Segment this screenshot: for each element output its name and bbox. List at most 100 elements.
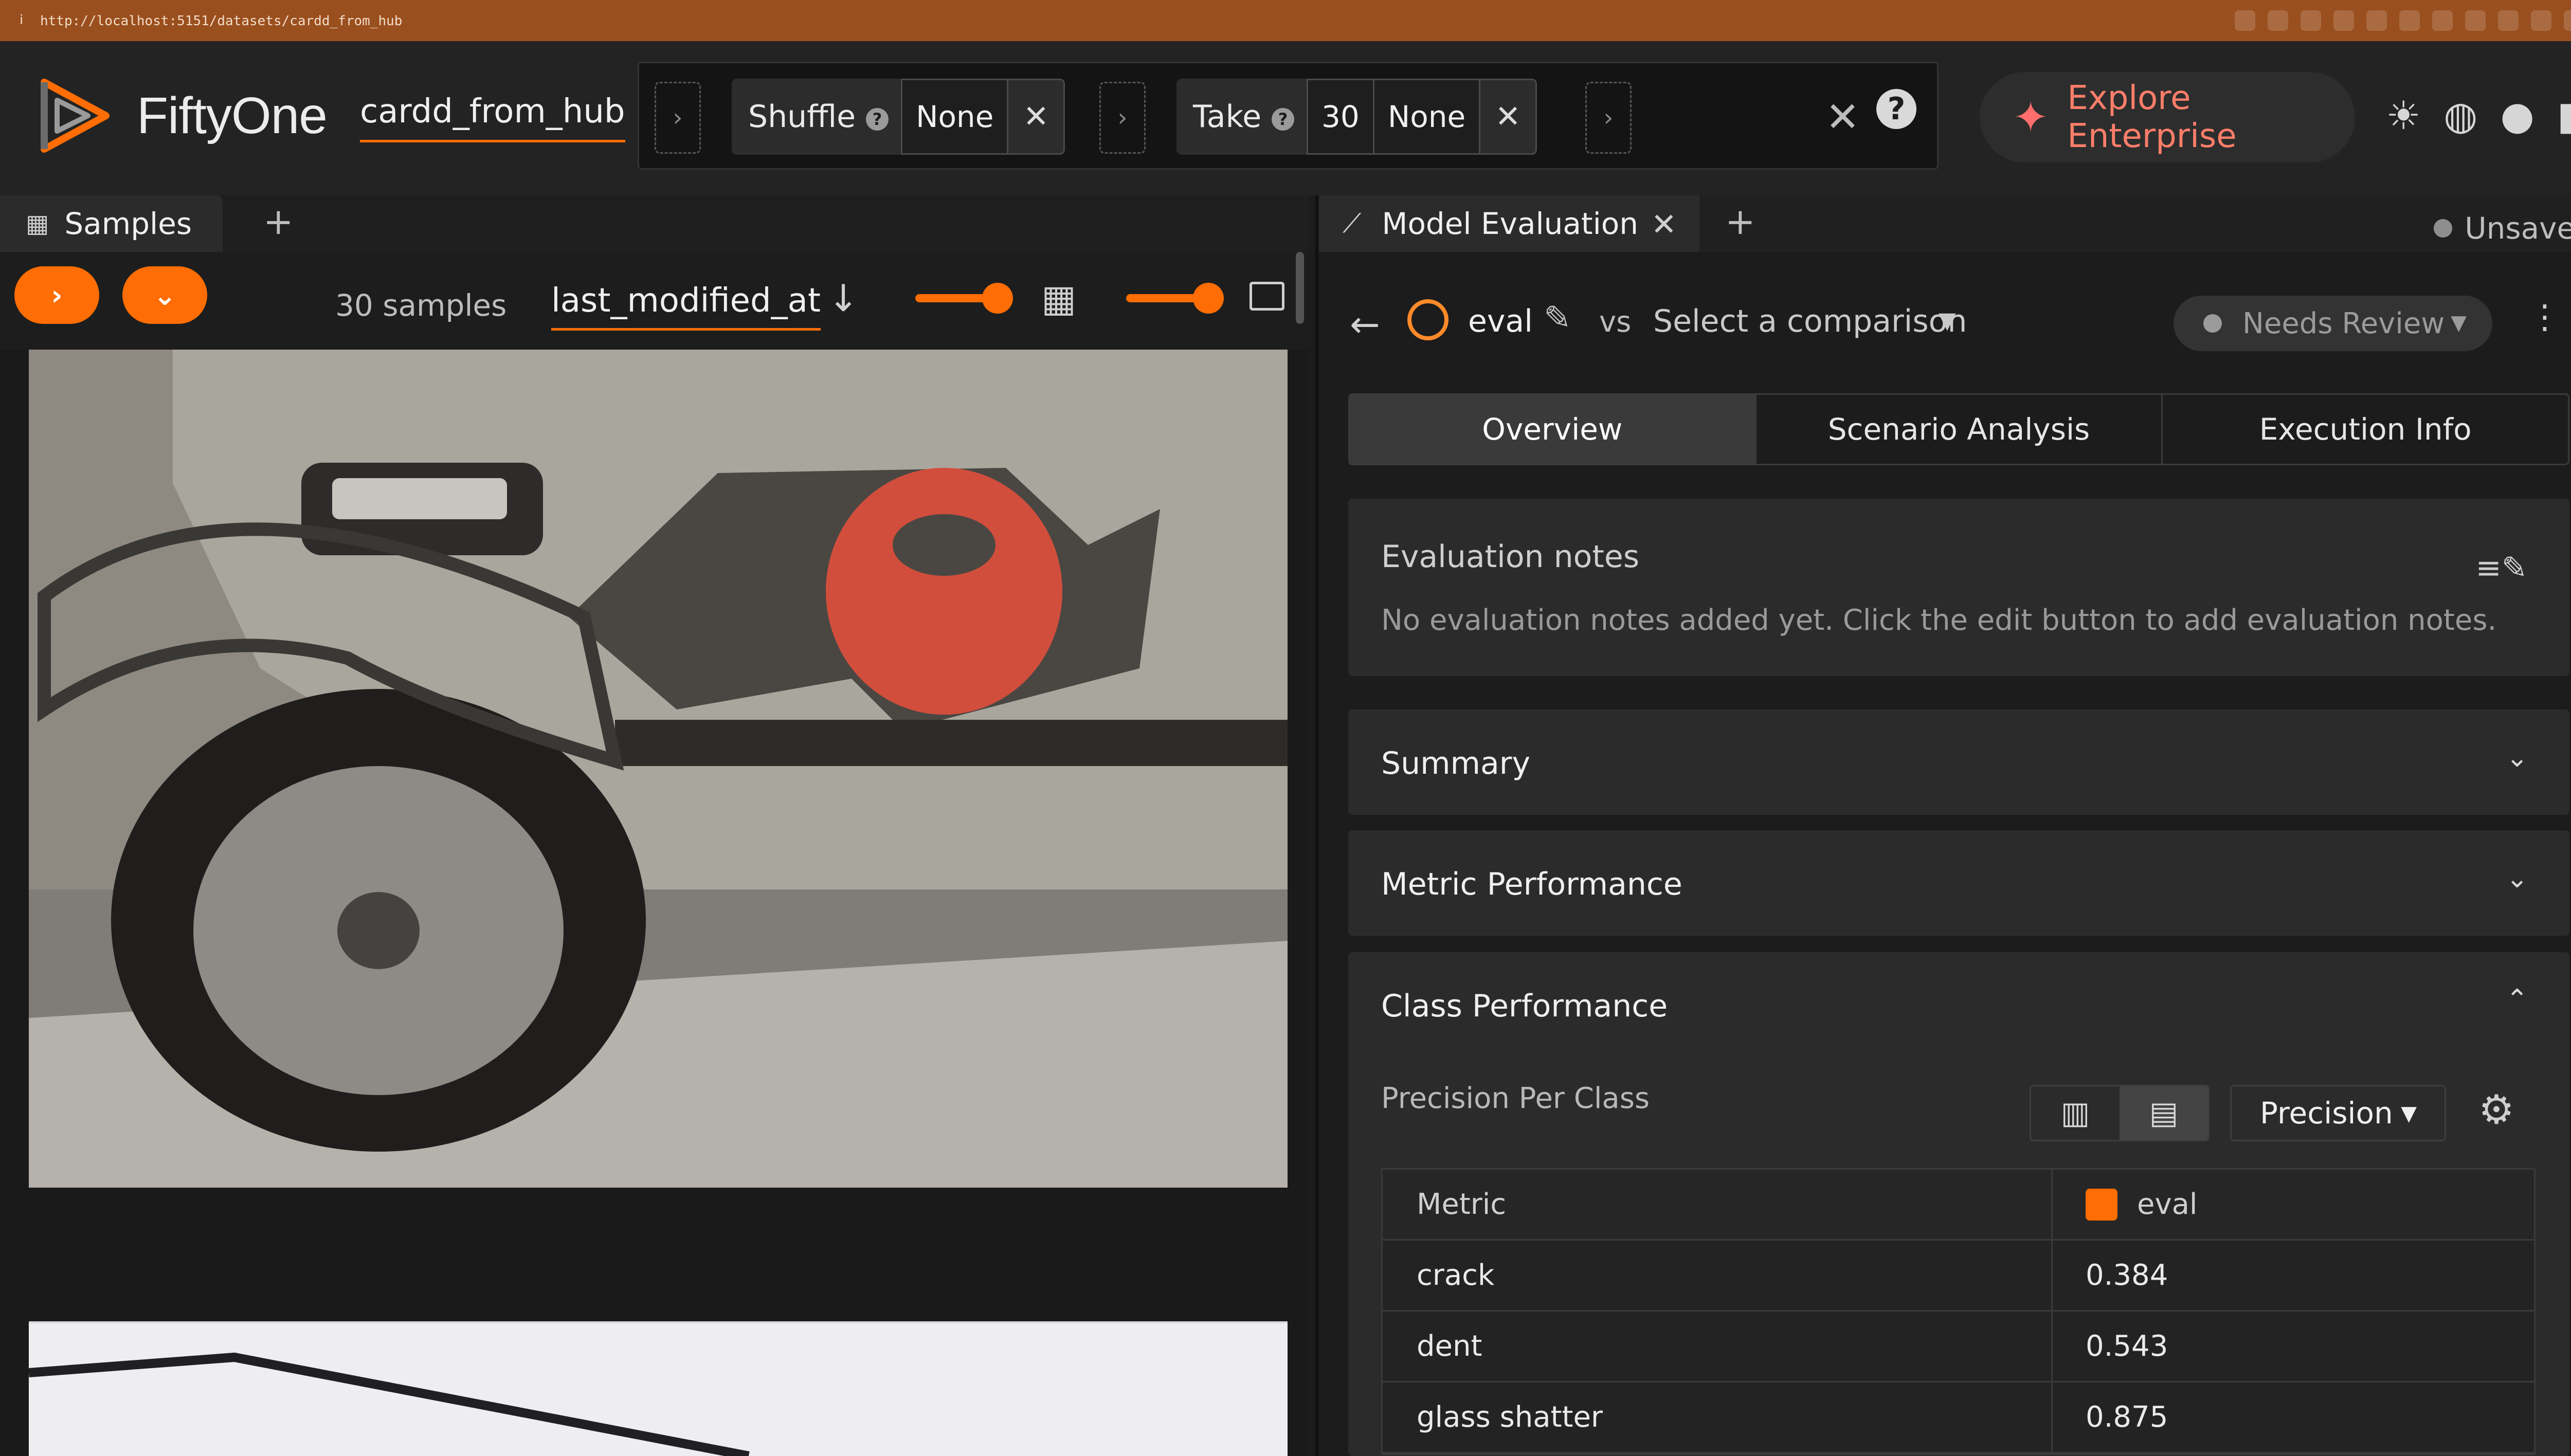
evaluation-notes-card: Evaluation notes ≡✎ No evaluation notes … xyxy=(1348,499,2569,676)
more-options-icon[interactable]: ⋮ xyxy=(2528,298,2561,336)
take-seed-input[interactable]: None xyxy=(1374,79,1481,155)
explore-enterprise-button[interactable]: ✦ Explore Enterprise xyxy=(1980,72,2355,162)
chevron-down-icon[interactable]: ⌄ xyxy=(2506,742,2528,773)
scrollbar[interactable] xyxy=(1296,252,1304,324)
summary-section[interactable]: Summary ⌄ xyxy=(1348,709,2569,815)
chart-line-icon: ⟋ xyxy=(1343,208,1362,239)
caret-down-icon[interactable]: ▼ xyxy=(1939,307,1956,334)
bar-chart-view-icon[interactable]: ▥ xyxy=(2031,1086,2120,1140)
section-title: Summary xyxy=(1381,745,1530,781)
precision-per-class-title: Precision Per Class xyxy=(1381,1082,1650,1115)
tab-samples-label: Samples xyxy=(64,206,192,241)
browser-extension-icons xyxy=(2235,10,2571,31)
class-performance-section: Class Performance ⌃ Precision Per Class … xyxy=(1348,952,2569,1456)
globe-icon[interactable] xyxy=(2366,10,2387,31)
sample-count: 30 samples xyxy=(335,288,507,323)
remove-stage-icon[interactable]: ✕ xyxy=(1480,79,1537,155)
evaluation-header: ← eval ✎ vs Select a comparison ▼ Needs … xyxy=(1319,267,2571,380)
extension-icon[interactable] xyxy=(2498,10,2519,31)
discord-icon[interactable]: ◍ xyxy=(2443,95,2477,136)
url-text[interactable]: http://localhost:5151/datasets/cardd_fro… xyxy=(40,13,402,29)
add-panel-icon[interactable]: + xyxy=(263,201,294,243)
code-icon[interactable] xyxy=(2432,10,2453,31)
saved-state-label: Unsaved xyxy=(2465,211,2571,246)
add-panel-icon[interactable]: + xyxy=(1725,201,1755,243)
tab-samples[interactable]: ▦ Samples xyxy=(0,195,223,252)
class-name-cell: dent xyxy=(1383,1312,2053,1381)
caret-down-icon: ▼ xyxy=(2451,311,2467,335)
help-icon[interactable]: ? xyxy=(1876,89,1916,129)
info-icon[interactable]: i xyxy=(20,12,23,28)
table-row: dent 0.543 xyxy=(1383,1312,2534,1382)
column-header: Metric xyxy=(1383,1170,2053,1239)
close-icon[interactable]: ✕ xyxy=(1651,207,1677,243)
table-view-icon[interactable]: ▤ xyxy=(2120,1086,2208,1140)
sample-thumbnail[interactable] xyxy=(29,350,1288,1188)
comparison-select[interactable]: Select a comparison xyxy=(1653,303,1967,339)
evaluation-status-icon xyxy=(1407,299,1449,340)
section-title: Metric Performance xyxy=(1381,866,1682,902)
reader-icon[interactable] xyxy=(2333,10,2354,31)
add-stage-arrow-icon[interactable]: › xyxy=(655,82,701,154)
edit-notes-icon[interactable]: ≡✎ xyxy=(2475,550,2527,586)
extension-icon[interactable] xyxy=(2564,10,2571,31)
zoom-slider[interactable] xyxy=(915,283,1013,314)
back-arrow-icon[interactable]: ← xyxy=(1350,303,1380,345)
grid-size-icon[interactable]: ▦ xyxy=(1041,277,1076,320)
grammarly-icon[interactable] xyxy=(2465,10,2486,31)
review-status-button[interactable]: Needs Review ▼ xyxy=(2174,296,2492,351)
remove-stage-icon[interactable]: ✕ xyxy=(1008,79,1065,155)
car-image xyxy=(29,1321,1288,1456)
label-display-icon[interactable] xyxy=(1250,282,1284,311)
metric-performance-section[interactable]: Metric Performance ⌄ xyxy=(1348,830,2569,936)
add-stage-arrow-icon[interactable]: › xyxy=(1099,82,1146,154)
brand-name: FiftyOne xyxy=(137,86,328,144)
take-count-input[interactable]: 30 xyxy=(1307,79,1374,155)
screenshot-icon[interactable] xyxy=(2268,10,2288,31)
add-stage-arrow-icon[interactable]: › xyxy=(1585,82,1632,154)
notes-text: No evaluation notes added yet. Click the… xyxy=(1381,604,2497,637)
edit-pencil-icon[interactable]: ✎ xyxy=(1544,299,1571,337)
precision-value-cell: 0.875 xyxy=(2086,1400,2168,1434)
shuffle-seed-input[interactable]: None xyxy=(901,79,1009,155)
tab-overview[interactable]: Overview xyxy=(1350,395,1757,464)
tab-scenario-analysis[interactable]: Scenario Analysis xyxy=(1757,395,2163,464)
take-stage-label: Take xyxy=(1193,99,1262,135)
theme-toggle-icon[interactable]: ☀ xyxy=(2386,95,2421,136)
github-icon[interactable]: ● xyxy=(2500,95,2534,136)
metric-select[interactable]: Precision ▼ xyxy=(2230,1085,2446,1141)
column-header-eval: eval xyxy=(2053,1170,2534,1239)
table-header-row: Metric eval xyxy=(1383,1170,2534,1241)
brand[interactable]: FiftyOne xyxy=(29,72,328,159)
expand-sidebar-button[interactable]: › xyxy=(14,266,99,324)
notes-title: Evaluation notes xyxy=(1381,539,1640,575)
shuffle-stage[interactable]: Shuffle ? None ✕ xyxy=(732,79,1065,155)
gear-icon[interactable]: ⚙ xyxy=(2478,1087,2514,1133)
dataset-selector[interactable]: cardd_from_hub xyxy=(360,93,625,142)
help-icon[interactable]: ? xyxy=(866,108,889,131)
status-dot-icon xyxy=(2203,314,2222,333)
take-stage[interactable]: Take ? 30 None ✕ xyxy=(1176,79,1537,155)
help-icon[interactable]: ? xyxy=(1272,108,1295,131)
sample-thumbnail[interactable] xyxy=(29,1321,1288,1456)
actions-menu-button[interactable]: ⌄ xyxy=(122,266,207,324)
clear-stages-icon[interactable]: ✕ xyxy=(1825,93,1860,141)
tab-execution-info[interactable]: Execution Info xyxy=(2163,395,2568,464)
slider-knob[interactable] xyxy=(982,283,1013,314)
sort-field-selector[interactable]: last_modified_at xyxy=(551,282,821,331)
camera-icon[interactable] xyxy=(2301,10,2321,31)
extension-icon[interactable] xyxy=(2531,10,2551,31)
target-icon[interactable] xyxy=(2399,10,2420,31)
panel-divider[interactable] xyxy=(1315,195,1318,1456)
precision-value-cell: 0.384 xyxy=(2086,1259,2168,1292)
label-size-slider[interactable] xyxy=(1126,283,1224,314)
chevron-down-icon[interactable]: ⌄ xyxy=(2506,863,2528,894)
tab-model-evaluation[interactable]: ⟋ Model Evaluation ✕ xyxy=(1319,195,1699,252)
slider-knob[interactable] xyxy=(1193,283,1224,314)
header-icon-group: ☀ ◍ ● ▮▮ xyxy=(2386,95,2571,136)
chevron-up-icon[interactable]: ⌃ xyxy=(2506,984,2528,1015)
link-icon[interactable] xyxy=(2235,10,2255,31)
evaluation-tabs: Overview Scenario Analysis Execution Inf… xyxy=(1348,393,2569,465)
docs-icon[interactable]: ▮▮ xyxy=(2557,95,2571,136)
sort-direction-icon[interactable]: ↓ xyxy=(828,277,859,320)
